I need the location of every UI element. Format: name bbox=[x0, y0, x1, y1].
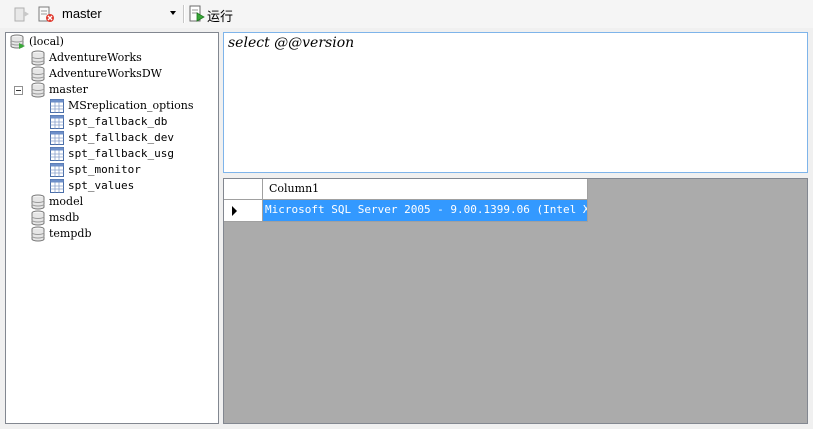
database-icon bbox=[31, 66, 45, 82]
column-header-label: Column1 bbox=[269, 182, 320, 195]
tree-table-label: spt_values bbox=[68, 179, 135, 192]
disconnect-button[interactable] bbox=[36, 5, 56, 23]
tree-db-label: master bbox=[49, 83, 88, 96]
database-select-value: master bbox=[62, 6, 102, 21]
query-text: select @@version bbox=[228, 35, 355, 51]
toolbar: master 运行 bbox=[0, 0, 813, 28]
collapse-toggle-master[interactable] bbox=[14, 86, 23, 95]
tree-db-label: msdb bbox=[49, 211, 80, 224]
disconnect-icon bbox=[38, 6, 54, 22]
run-label: 运行 bbox=[207, 10, 234, 25]
table-icon bbox=[50, 99, 64, 113]
tree-table-label: spt_fallback_dev bbox=[68, 131, 174, 144]
chevron-down-icon bbox=[170, 11, 176, 15]
results-grid[interactable]: Column1 Microsoft SQL Server 2005 - 9.00… bbox=[223, 178, 808, 424]
database-icon bbox=[31, 210, 45, 226]
tree-table-label: spt_fallback_usg bbox=[68, 147, 174, 160]
table-icon bbox=[50, 179, 64, 193]
database-tree[interactable]: (local) AdventureWorks AdventureWorksDW … bbox=[5, 32, 219, 424]
table-icon bbox=[50, 131, 64, 145]
run-button[interactable]: 运行 bbox=[187, 4, 237, 25]
connect-icon bbox=[14, 7, 29, 22]
table-icon bbox=[50, 147, 64, 161]
tree-db-label: tempdb bbox=[49, 227, 92, 240]
database-icon bbox=[31, 194, 45, 210]
database-select[interactable]: master bbox=[58, 4, 180, 24]
grid-corner-header[interactable] bbox=[224, 179, 263, 200]
database-icon bbox=[31, 50, 45, 66]
tree-db-label: AdventureWorks bbox=[49, 51, 142, 64]
tree-root-label: (local) bbox=[29, 35, 64, 48]
database-icon bbox=[31, 82, 45, 98]
row-header[interactable] bbox=[224, 200, 263, 222]
query-editor[interactable]: select @@version bbox=[223, 32, 808, 173]
tree-table-label: MSreplication_options bbox=[68, 99, 194, 112]
server-icon bbox=[10, 34, 25, 49]
table-icon bbox=[50, 115, 64, 129]
toolbar-separator bbox=[183, 5, 185, 23]
column-header[interactable]: Column1 bbox=[263, 179, 588, 200]
tree-db-label: model bbox=[49, 195, 84, 208]
table-icon bbox=[50, 163, 64, 177]
database-icon bbox=[31, 226, 45, 242]
tree-table-label: spt_fallback_db bbox=[68, 115, 168, 128]
table-cell-value: Microsoft SQL Server 2005 - 9.00.1399.06… bbox=[265, 203, 588, 216]
table-cell[interactable]: Microsoft SQL Server 2005 - 9.00.1399.06… bbox=[263, 200, 588, 222]
current-row-arrow-icon bbox=[232, 206, 237, 216]
connect-button[interactable] bbox=[12, 5, 32, 23]
tree-table-label: spt_monitor bbox=[68, 163, 141, 176]
run-icon bbox=[189, 5, 205, 22]
tree-db-label: AdventureWorksDW bbox=[49, 67, 162, 80]
